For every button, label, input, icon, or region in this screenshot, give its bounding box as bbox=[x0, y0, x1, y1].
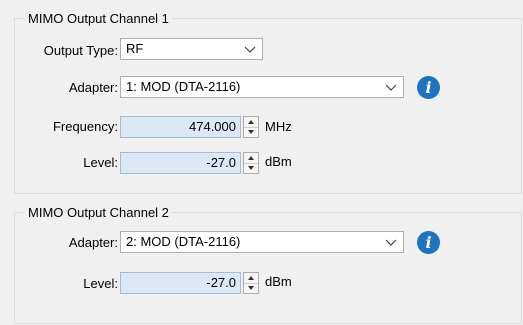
chevron-down-icon bbox=[385, 84, 397, 91]
level-spinner[interactable] bbox=[243, 152, 259, 174]
frequency-spinner[interactable] bbox=[243, 116, 259, 138]
spin-down-icon[interactable] bbox=[244, 163, 258, 173]
spin-down-icon[interactable] bbox=[244, 127, 258, 137]
frequency-unit: MHz bbox=[265, 119, 292, 134]
mimo-output-channel-2-group: MIMO Output Channel 2 bbox=[14, 204, 522, 324]
level-label: Level: bbox=[83, 155, 118, 170]
adapter-value: 1: MOD (DTA-2116) bbox=[126, 79, 241, 94]
level-spinner[interactable] bbox=[243, 272, 259, 294]
spin-down-icon[interactable] bbox=[244, 283, 258, 293]
level-unit: dBm bbox=[265, 274, 292, 289]
frequency-input[interactable]: 474.000 bbox=[120, 116, 241, 138]
group-title: MIMO Output Channel 1 bbox=[25, 10, 172, 27]
output-type-dropdown[interactable]: RF bbox=[120, 38, 263, 60]
level-input[interactable]: -27.0 bbox=[120, 152, 241, 174]
chevron-down-icon bbox=[244, 46, 256, 53]
group-title: MIMO Output Channel 2 bbox=[25, 204, 172, 221]
level-unit: dBm bbox=[265, 154, 292, 169]
chevron-down-icon bbox=[385, 239, 397, 246]
adapter-label: Adapter: bbox=[68, 80, 118, 95]
level-label: Level: bbox=[83, 276, 118, 291]
adapter-dropdown[interactable]: 1: MOD (DTA-2116) bbox=[120, 76, 404, 98]
info-icon[interactable]: i bbox=[417, 231, 440, 254]
output-type-label: Output Type: bbox=[43, 43, 118, 58]
adapter-value: 2: MOD (DTA-2116) bbox=[126, 234, 241, 249]
adapter-dropdown[interactable]: 2: MOD (DTA-2116) bbox=[120, 231, 404, 253]
frequency-label: Frequency: bbox=[52, 119, 118, 134]
level-input[interactable]: -27.0 bbox=[120, 272, 241, 294]
adapter-label: Adapter: bbox=[68, 235, 118, 250]
info-icon[interactable]: i bbox=[417, 76, 440, 99]
output-type-value: RF bbox=[126, 41, 144, 56]
